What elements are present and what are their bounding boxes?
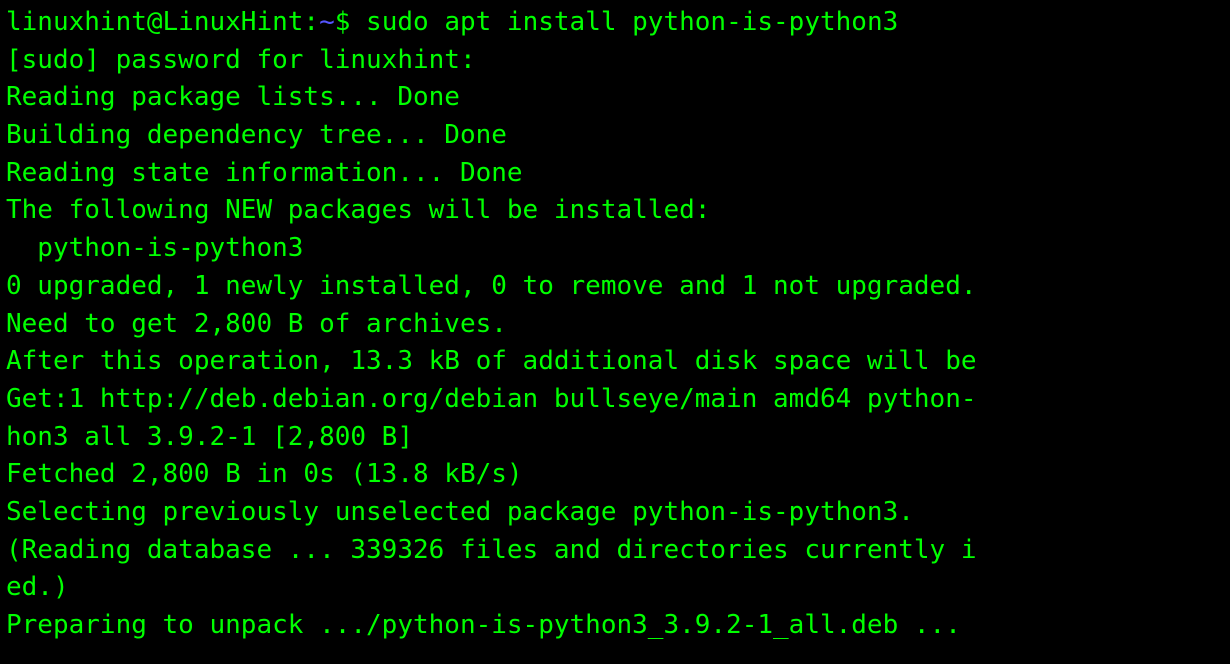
prompt-userhost: linuxhint@LinuxHint bbox=[6, 7, 303, 37]
output-line-get-url-cont: hon3 all 3.9.2-1 [2,800 B] bbox=[6, 419, 1224, 457]
output-line-fetched: Fetched 2,800 B in 0s (13.8 kB/s) bbox=[6, 456, 1224, 494]
prompt-symbol: $ bbox=[335, 7, 366, 37]
output-line-upgrade-summary: 0 upgraded, 1 newly installed, 0 to remo… bbox=[6, 268, 1224, 306]
prompt-separator: : bbox=[303, 7, 319, 37]
output-line-new-packages-header: The following NEW packages will be insta… bbox=[6, 192, 1224, 230]
command-input[interactable]: sudo apt install python-is-python3 bbox=[366, 7, 898, 37]
output-line-reading-db-cont: ed.) bbox=[6, 569, 1224, 607]
output-line-disk-space: After this operation, 13.3 kB of additio… bbox=[6, 343, 1224, 381]
output-line-reading-state: Reading state information... Done bbox=[6, 155, 1224, 193]
prompt-line[interactable]: linuxhint@LinuxHint:~$ sudo apt install … bbox=[6, 4, 1224, 42]
output-line-reading-packages: Reading package lists... Done bbox=[6, 79, 1224, 117]
output-line-building-tree: Building dependency tree... Done bbox=[6, 117, 1224, 155]
output-line-sudo-password: [sudo] password for linuxhint: bbox=[6, 42, 1224, 80]
output-line-archive-size: Need to get 2,800 B of archives. bbox=[6, 306, 1224, 344]
prompt-path: ~ bbox=[319, 7, 335, 37]
output-line-selecting: Selecting previously unselected package … bbox=[6, 494, 1224, 532]
output-line-get-url: Get:1 http://deb.debian.org/debian bulls… bbox=[6, 381, 1224, 419]
output-line-reading-db: (Reading database ... 339326 files and d… bbox=[6, 532, 1224, 570]
output-line-preparing: Preparing to unpack .../python-is-python… bbox=[6, 607, 1224, 645]
output-line-package-name: python-is-python3 bbox=[6, 230, 1224, 268]
